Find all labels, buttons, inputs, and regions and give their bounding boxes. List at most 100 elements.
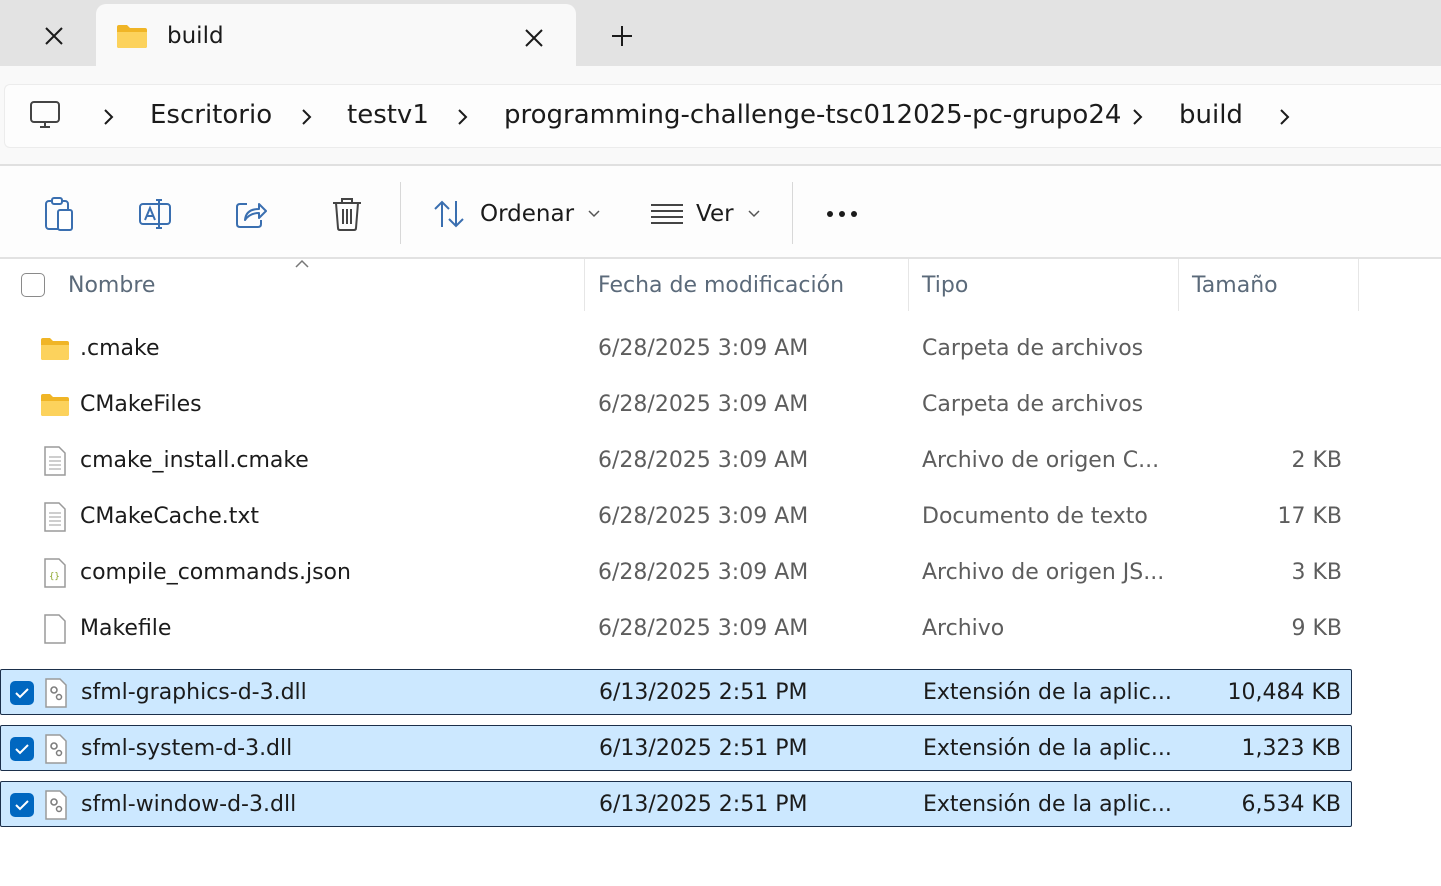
column-divider[interactable] bbox=[1178, 259, 1179, 311]
column-divider[interactable] bbox=[584, 259, 585, 311]
chevron-right-icon[interactable] bbox=[297, 106, 315, 128]
file-type: Extensión de la aplic... bbox=[923, 680, 1172, 705]
address-row: Escritorio testv1 programming-challenge-… bbox=[0, 66, 1441, 166]
chevron-down-icon bbox=[588, 210, 600, 218]
rename-icon bbox=[139, 199, 171, 229]
file-row[interactable]: sfml-system-d-3.dll 6/13/2025 2:51 PM Exte… bbox=[0, 725, 1352, 771]
file-row[interactable]: .cmake 6/28/2025 3:09 AM Carpeta de archiv… bbox=[0, 326, 1352, 372]
folder-icon bbox=[40, 390, 70, 420]
row-checkbox[interactable] bbox=[10, 737, 34, 761]
more-options-button[interactable] bbox=[820, 192, 864, 236]
computer-icon[interactable] bbox=[29, 99, 61, 135]
svg-text:{}: {} bbox=[49, 572, 60, 582]
column-date[interactable]: Fecha de modificación bbox=[598, 273, 844, 298]
file-type: Documento de texto bbox=[922, 504, 1148, 529]
rename-button[interactable] bbox=[133, 192, 177, 236]
row-checkbox[interactable] bbox=[10, 681, 34, 705]
view-list-icon bbox=[651, 204, 683, 224]
share-button[interactable] bbox=[229, 192, 273, 236]
file-type: Carpeta de archivos bbox=[922, 336, 1144, 361]
file-row[interactable]: Makefile 6/28/2025 3:09 AM Archivo 9 KB bbox=[0, 606, 1352, 652]
column-divider[interactable] bbox=[1358, 259, 1359, 311]
new-tab-button[interactable] bbox=[600, 14, 644, 58]
file-type: Extensión de la aplic... bbox=[923, 792, 1172, 817]
file-name: sfml-graphics-d-3.dll bbox=[81, 680, 307, 705]
file-date: 6/28/2025 3:09 AM bbox=[598, 616, 809, 641]
delete-icon bbox=[333, 198, 361, 231]
file-type: Archivo de origen C... bbox=[922, 448, 1160, 473]
chevron-down-icon bbox=[748, 210, 760, 218]
tab-build[interactable]: build bbox=[96, 4, 576, 66]
dll-file-icon bbox=[41, 790, 71, 820]
checkmark-icon bbox=[15, 688, 29, 699]
toolbar-divider bbox=[792, 182, 793, 244]
close-tab-icon[interactable] bbox=[514, 18, 554, 58]
file-size: 3 KB bbox=[1291, 560, 1342, 585]
breadcrumb[interactable]: Escritorio testv1 programming-challenge-… bbox=[4, 84, 1441, 148]
more-icon bbox=[827, 211, 857, 217]
file-date: 6/28/2025 3:09 AM bbox=[598, 504, 809, 529]
dll-file-icon bbox=[41, 678, 71, 708]
json-file-icon: {} bbox=[40, 558, 70, 588]
file-name: compile_commands.json bbox=[80, 560, 351, 585]
toolbar-divider bbox=[400, 182, 401, 244]
file-date: 6/13/2025 2:51 PM bbox=[599, 792, 808, 817]
checkmark-icon bbox=[15, 744, 29, 755]
file-date: 6/28/2025 3:09 AM bbox=[598, 448, 809, 473]
file-name: sfml-window-d-3.dll bbox=[81, 792, 297, 817]
paste-button[interactable] bbox=[37, 192, 81, 236]
chevron-right-icon[interactable] bbox=[99, 106, 117, 128]
column-divider[interactable] bbox=[908, 259, 909, 311]
text-file-icon bbox=[40, 502, 70, 532]
file-date: 6/28/2025 3:09 AM bbox=[598, 336, 809, 361]
file-name: CMakeCache.txt bbox=[80, 504, 259, 529]
file-row[interactable]: CMakeFiles 6/28/2025 3:09 AM Carpeta de ar… bbox=[0, 382, 1352, 428]
file-date: 6/13/2025 2:51 PM bbox=[599, 680, 808, 705]
chevron-right-icon[interactable] bbox=[1128, 106, 1146, 128]
plus-icon bbox=[612, 26, 632, 46]
chevron-right-icon[interactable] bbox=[453, 106, 471, 128]
close-icon[interactable] bbox=[30, 12, 78, 60]
file-date: 6/28/2025 3:09 AM bbox=[598, 560, 809, 585]
view-label: Ver bbox=[696, 201, 734, 227]
sort-ascending-icon bbox=[295, 259, 309, 268]
dll-file-icon bbox=[41, 734, 71, 764]
file-size: 17 KB bbox=[1277, 504, 1342, 529]
sort-label: Ordenar bbox=[480, 201, 575, 227]
file-row[interactable]: {} compile_commands.json 6/28/2025 3:09 AM… bbox=[0, 550, 1352, 596]
tab-strip: build bbox=[0, 0, 1441, 66]
file-row[interactable]: sfml-graphics-d-3.dll 6/13/2025 2:51 PM Ex… bbox=[0, 669, 1352, 715]
file-date: 6/13/2025 2:51 PM bbox=[599, 736, 808, 761]
file-size: 2 KB bbox=[1291, 448, 1342, 473]
column-name[interactable]: Nombre bbox=[68, 273, 155, 298]
file-row[interactable]: cmake_install.cmake 6/28/2025 3:09 AM Arch… bbox=[0, 438, 1352, 484]
paste-icon bbox=[45, 197, 73, 231]
file-type: Archivo bbox=[922, 616, 1005, 641]
folder-icon bbox=[116, 23, 148, 53]
file-row[interactable]: CMakeCache.txt 6/28/2025 3:09 AM Documento… bbox=[0, 494, 1352, 540]
sort-icon bbox=[434, 200, 464, 228]
column-type[interactable]: Tipo bbox=[922, 273, 968, 298]
chevron-right-icon[interactable] bbox=[1275, 106, 1293, 128]
breadcrumb-item-build[interactable]: build bbox=[1179, 100, 1243, 130]
breadcrumb-item-testv1[interactable]: testv1 bbox=[347, 100, 429, 130]
file-row[interactable]: sfml-window-d-3.dll 6/13/2025 2:51 PM Exte… bbox=[0, 781, 1352, 827]
folder-icon bbox=[40, 334, 70, 364]
sort-menu-button[interactable]: Ordenar bbox=[432, 192, 600, 236]
breadcrumb-item-repo[interactable]: programming-challenge-tsc012025-pc-grupo… bbox=[504, 100, 1121, 130]
checkmark-icon bbox=[15, 800, 29, 811]
file-type: Extensión de la aplic... bbox=[923, 736, 1172, 761]
file-size: 9 KB bbox=[1291, 616, 1342, 641]
command-bar: Ordenar Ver bbox=[0, 166, 1441, 259]
file-name: .cmake bbox=[80, 336, 160, 361]
view-menu-button[interactable]: Ver bbox=[650, 192, 760, 236]
breadcrumb-item-escritorio[interactable]: Escritorio bbox=[150, 100, 272, 130]
select-all-checkbox[interactable] bbox=[21, 273, 45, 297]
column-header: Nombre Fecha de modificación Tipo Tamaño bbox=[0, 259, 1441, 317]
file-size: 10,484 KB bbox=[1227, 680, 1342, 705]
column-size[interactable]: Tamaño bbox=[1192, 273, 1278, 298]
file-name: CMakeFiles bbox=[80, 392, 202, 417]
delete-button[interactable] bbox=[325, 192, 369, 236]
row-checkbox[interactable] bbox=[10, 793, 34, 817]
share-icon bbox=[236, 203, 267, 228]
